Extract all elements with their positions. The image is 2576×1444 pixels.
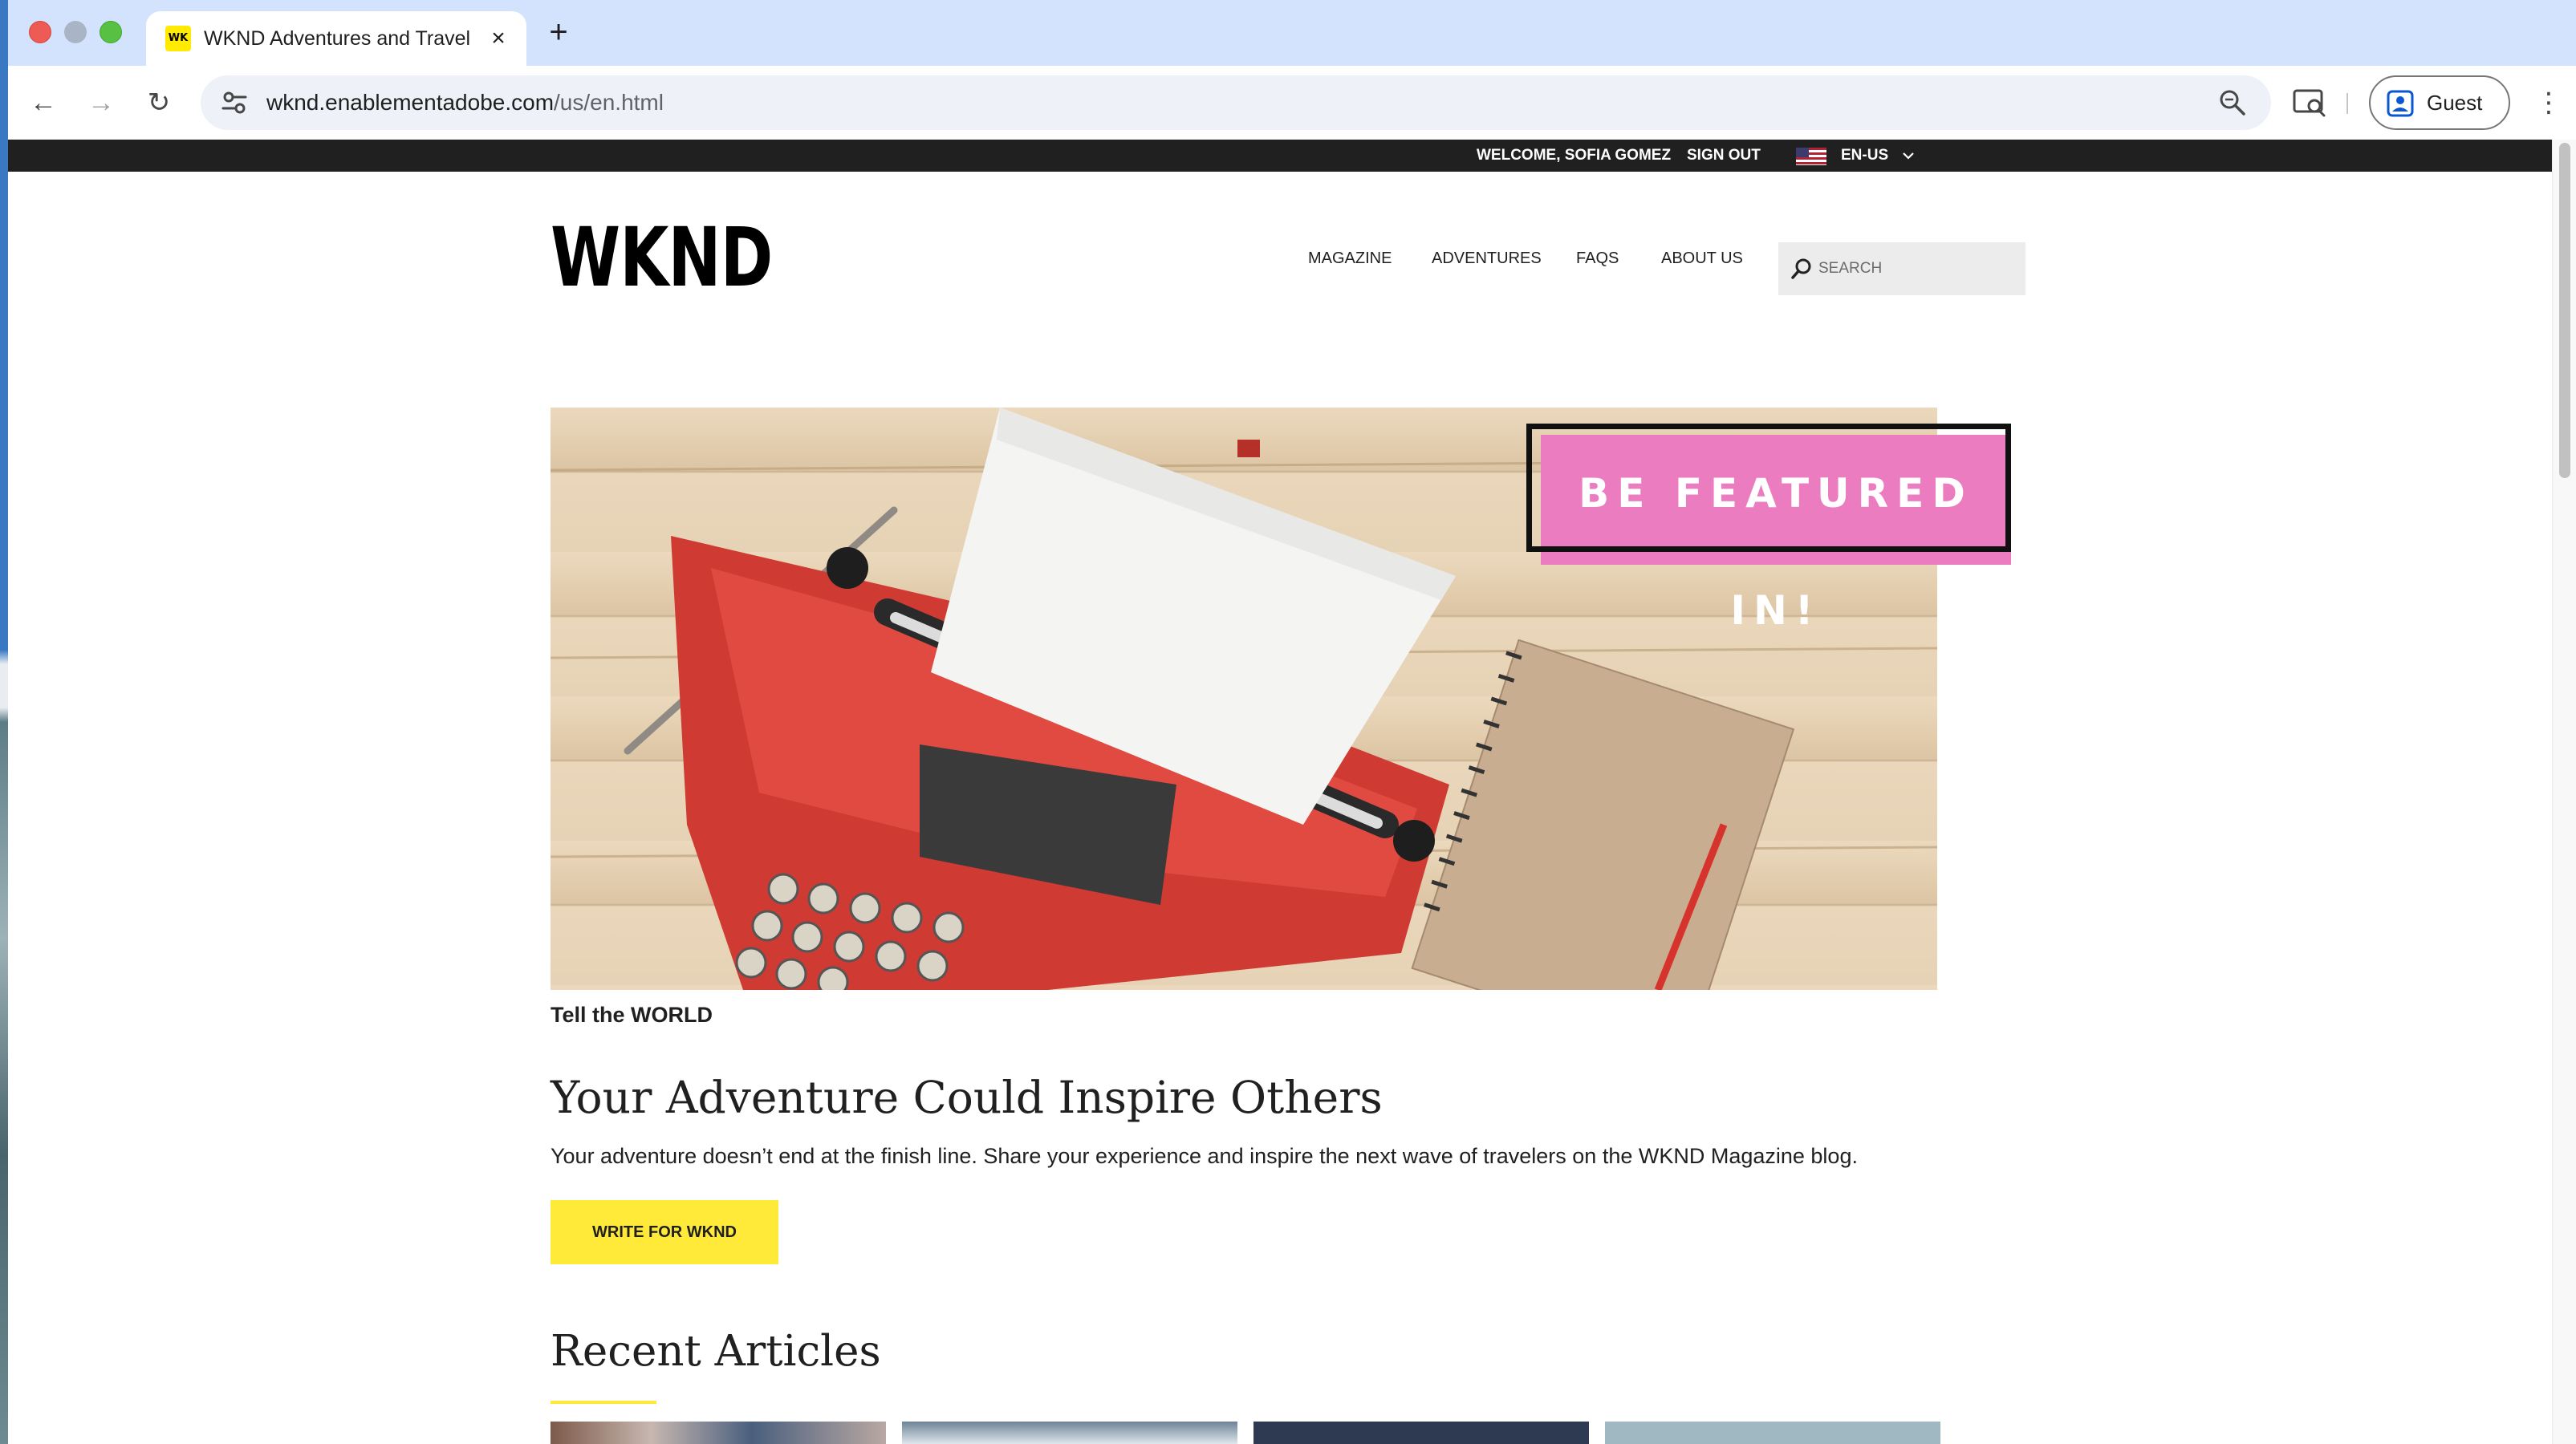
sign-out-link[interactable]: SIGN OUT [1687,140,1761,172]
site-info-icon[interactable] [218,87,250,119]
tab-strip: WK WKND Adventures and Travel × + [8,0,2576,66]
site-search[interactable] [1778,242,2025,295]
tab-wknd[interactable]: WK WKND Adventures and Travel × [146,11,526,66]
wknd-favicon-icon: WK [165,26,191,51]
search-input[interactable] [1818,242,2019,295]
browser-menu-button[interactable]: ⋮ [2533,85,2565,120]
url-host: wknd.enablementadobe.com [266,90,555,115]
featured-banner-text: BE FEATURED IN! [1579,470,1973,634]
utility-bar: WELCOME, SOFIA GOMEZ SIGN OUT EN-US [8,140,2552,172]
us-flag-icon[interactable] [1796,148,1826,165]
page-headline: Your Adventure Could Inspire Others [551,1072,1383,1123]
welcome-text: WELCOME, SOFIA GOMEZ [1477,147,1672,164]
scrollbar-thumb[interactable] [2559,143,2570,478]
chevron-down-icon[interactable] [1900,148,1916,164]
language-selector[interactable]: EN-US [1841,140,1888,172]
profile-button[interactable]: Guest [2369,75,2510,130]
cast-search-icon[interactable] [2292,87,2327,119]
reload-button[interactable]: ↻ [138,82,180,124]
window-maximize-button[interactable] [100,21,122,43]
tab-close-icon[interactable]: × [485,25,512,52]
window-close-button[interactable] [29,21,51,43]
nav-about-us[interactable]: ABOUT US [1661,249,1743,268]
article-card-thumbnail[interactable] [1253,1422,1589,1444]
zoom-icon[interactable] [2216,87,2249,119]
write-for-wknd-button[interactable]: WRITE FOR WKND [551,1200,778,1264]
section-title-recent-articles: Recent Articles [551,1327,881,1376]
profile-icon [2387,90,2414,117]
address-bar[interactable]: wknd.enablementadobe.com/us/en.html [201,75,2271,130]
browser-window: WK WKND Adventures and Travel × + ← → ↻ … [8,0,2576,1444]
back-button[interactable]: ← [22,82,64,124]
section-title-underline [551,1401,656,1404]
forward-button[interactable]: → [80,82,122,124]
article-card-thumbnail[interactable] [902,1422,1237,1444]
tab-title: WKND Adventures and Travel [204,27,471,50]
article-card-thumbnail[interactable] [1605,1422,1940,1444]
nav-adventures[interactable]: ADVENTURES [1432,249,1542,268]
nav-faqs[interactable]: FAQS [1576,249,1619,268]
url-text[interactable]: wknd.enablementadobe.com/us/en.html [266,75,664,130]
window-minimize-button[interactable] [64,21,87,43]
page-scrollbar[interactable] [2552,140,2576,1444]
wknd-logo[interactable]: WKND [551,217,773,300]
page-body-text: Your adventure doesn’t end at the finish… [551,1144,1858,1168]
nav-magazine[interactable]: MAGAZINE [1308,249,1392,268]
profile-label: Guest [2427,91,2483,115]
featured-banner: BE FEATURED IN! [1526,424,2011,634]
search-icon [1791,258,1811,279]
toolbar-separator [2346,93,2348,114]
url-path: /us/en.html [554,90,664,115]
article-card-thumbnail[interactable] [551,1422,886,1444]
hero-caption: Tell the WORLD [551,1003,713,1027]
page-viewport: WELCOME, SOFIA GOMEZ SIGN OUT EN-US WKND… [8,140,2576,1444]
browser-toolbar: ← → ↻ wknd.enablementadobe.com/us/en.htm… [8,66,2576,140]
new-tab-button[interactable]: + [541,16,576,51]
